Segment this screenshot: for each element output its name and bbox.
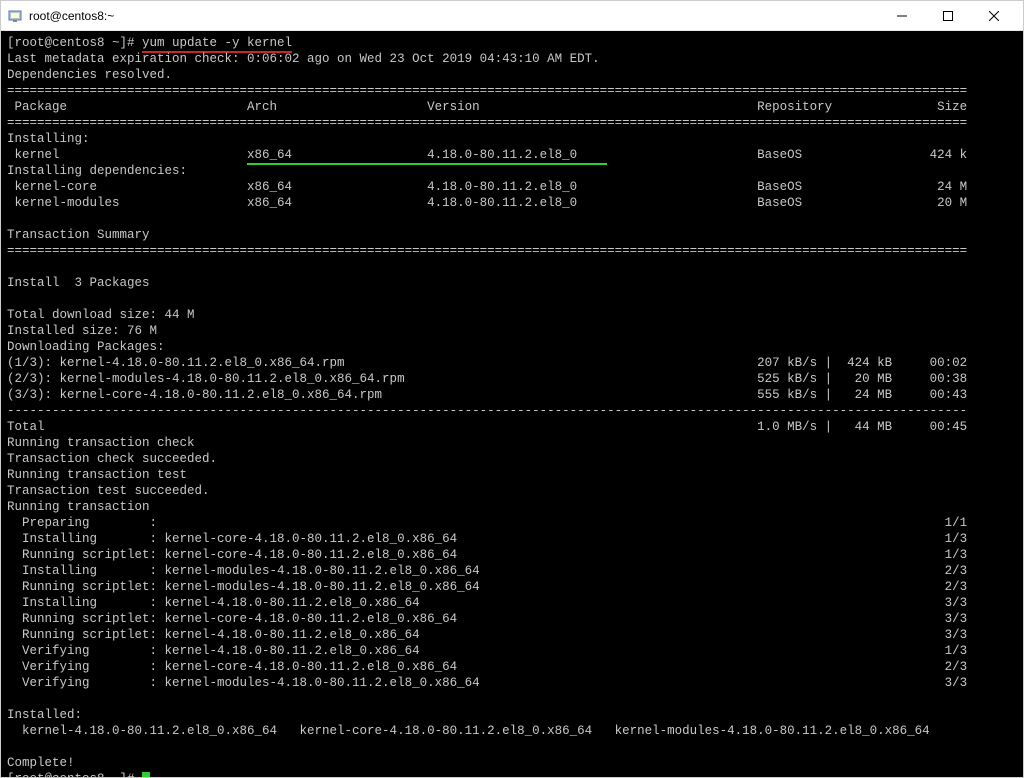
terminal-line: Transaction check succeeded.: [7, 451, 1017, 467]
terminal-line: (1/3): kernel-4.18.0-80.11.2.el8_0.x86_6…: [7, 355, 1017, 371]
terminal-line: Verifying : kernel-4.18.0-80.11.2.el8_0.…: [7, 643, 1017, 659]
terminal-line: Downloading Packages:: [7, 339, 1017, 355]
terminal-line: ========================================…: [7, 243, 1017, 259]
terminal-line: [7, 739, 1017, 755]
terminal-line: Running transaction test: [7, 467, 1017, 483]
terminal-line: kernel x86_64 4.18.0-80.11.2.el8_0 BaseO…: [7, 147, 1017, 163]
close-button[interactable]: [971, 1, 1017, 31]
terminal-line: ----------------------------------------…: [7, 403, 1017, 419]
terminal-body[interactable]: [root@centos8 ~]# yum update -y kernelLa…: [1, 31, 1023, 777]
terminal-line: kernel-modules x86_64 4.18.0-80.11.2.el8…: [7, 195, 1017, 211]
maximize-button[interactable]: [925, 1, 971, 31]
terminal-line: Verifying : kernel-core-4.18.0-80.11.2.e…: [7, 659, 1017, 675]
terminal-line: ========================================…: [7, 115, 1017, 131]
terminal-line: Running transaction check: [7, 435, 1017, 451]
terminal-line: Transaction test succeeded.: [7, 483, 1017, 499]
window-title: root@centos8:~: [29, 9, 114, 23]
terminal-line: Installed size: 76 M: [7, 323, 1017, 339]
terminal-line: Verifying : kernel-modules-4.18.0-80.11.…: [7, 675, 1017, 691]
terminal-line: kernel-4.18.0-80.11.2.el8_0.x86_64 kerne…: [7, 723, 1017, 739]
terminal-line: Running transaction: [7, 499, 1017, 515]
terminal-line: Complete!: [7, 755, 1017, 771]
minimize-button[interactable]: [879, 1, 925, 31]
terminal-line: [root@centos8 ~]#: [7, 771, 1017, 777]
terminal-line: ========================================…: [7, 83, 1017, 99]
terminal-line: Installing : kernel-4.18.0-80.11.2.el8_0…: [7, 595, 1017, 611]
terminal-line: Installing:: [7, 131, 1017, 147]
terminal-line: Preparing : 1/1: [7, 515, 1017, 531]
terminal-line: Total download size: 44 M: [7, 307, 1017, 323]
terminal-line: Install 3 Packages: [7, 275, 1017, 291]
window-controls: [879, 1, 1017, 31]
terminal-line: [7, 259, 1017, 275]
terminal-line: Running scriptlet: kernel-modules-4.18.0…: [7, 579, 1017, 595]
terminal-line: Running scriptlet: kernel-core-4.18.0-80…: [7, 611, 1017, 627]
terminal-line: [7, 291, 1017, 307]
cursor: [142, 772, 150, 777]
terminal-line: Transaction Summary: [7, 227, 1017, 243]
terminal-line: Installed:: [7, 707, 1017, 723]
terminal-line: Package Arch Version Repository Size: [7, 99, 1017, 115]
terminal-line: Running scriptlet: kernel-core-4.18.0-80…: [7, 547, 1017, 563]
terminal-line: (2/3): kernel-modules-4.18.0-80.11.2.el8…: [7, 371, 1017, 387]
terminal-line: Dependencies resolved.: [7, 67, 1017, 83]
terminal-line: [root@centos8 ~]# yum update -y kernel: [7, 35, 1017, 51]
terminal-line: Total 1.0 MB/s | 44 MB 00:45: [7, 419, 1017, 435]
terminal-line: Last metadata expiration check: 0:06:02 …: [7, 51, 1017, 67]
terminal-line: Running scriptlet: kernel-4.18.0-80.11.2…: [7, 627, 1017, 643]
terminal-window: root@centos8:~ [root@centos8 ~]# yum upd…: [0, 0, 1024, 778]
terminal-line: Installing : kernel-modules-4.18.0-80.11…: [7, 563, 1017, 579]
terminal-line: [7, 211, 1017, 227]
terminal-line: kernel-core x86_64 4.18.0-80.11.2.el8_0 …: [7, 179, 1017, 195]
terminal-line: Installing : kernel-core-4.18.0-80.11.2.…: [7, 531, 1017, 547]
terminal-line: Installing dependencies:: [7, 163, 1017, 179]
putty-icon: [7, 8, 23, 24]
terminal-line: (3/3): kernel-core-4.18.0-80.11.2.el8_0.…: [7, 387, 1017, 403]
terminal-line: [7, 691, 1017, 707]
window-titlebar[interactable]: root@centos8:~: [1, 1, 1023, 31]
